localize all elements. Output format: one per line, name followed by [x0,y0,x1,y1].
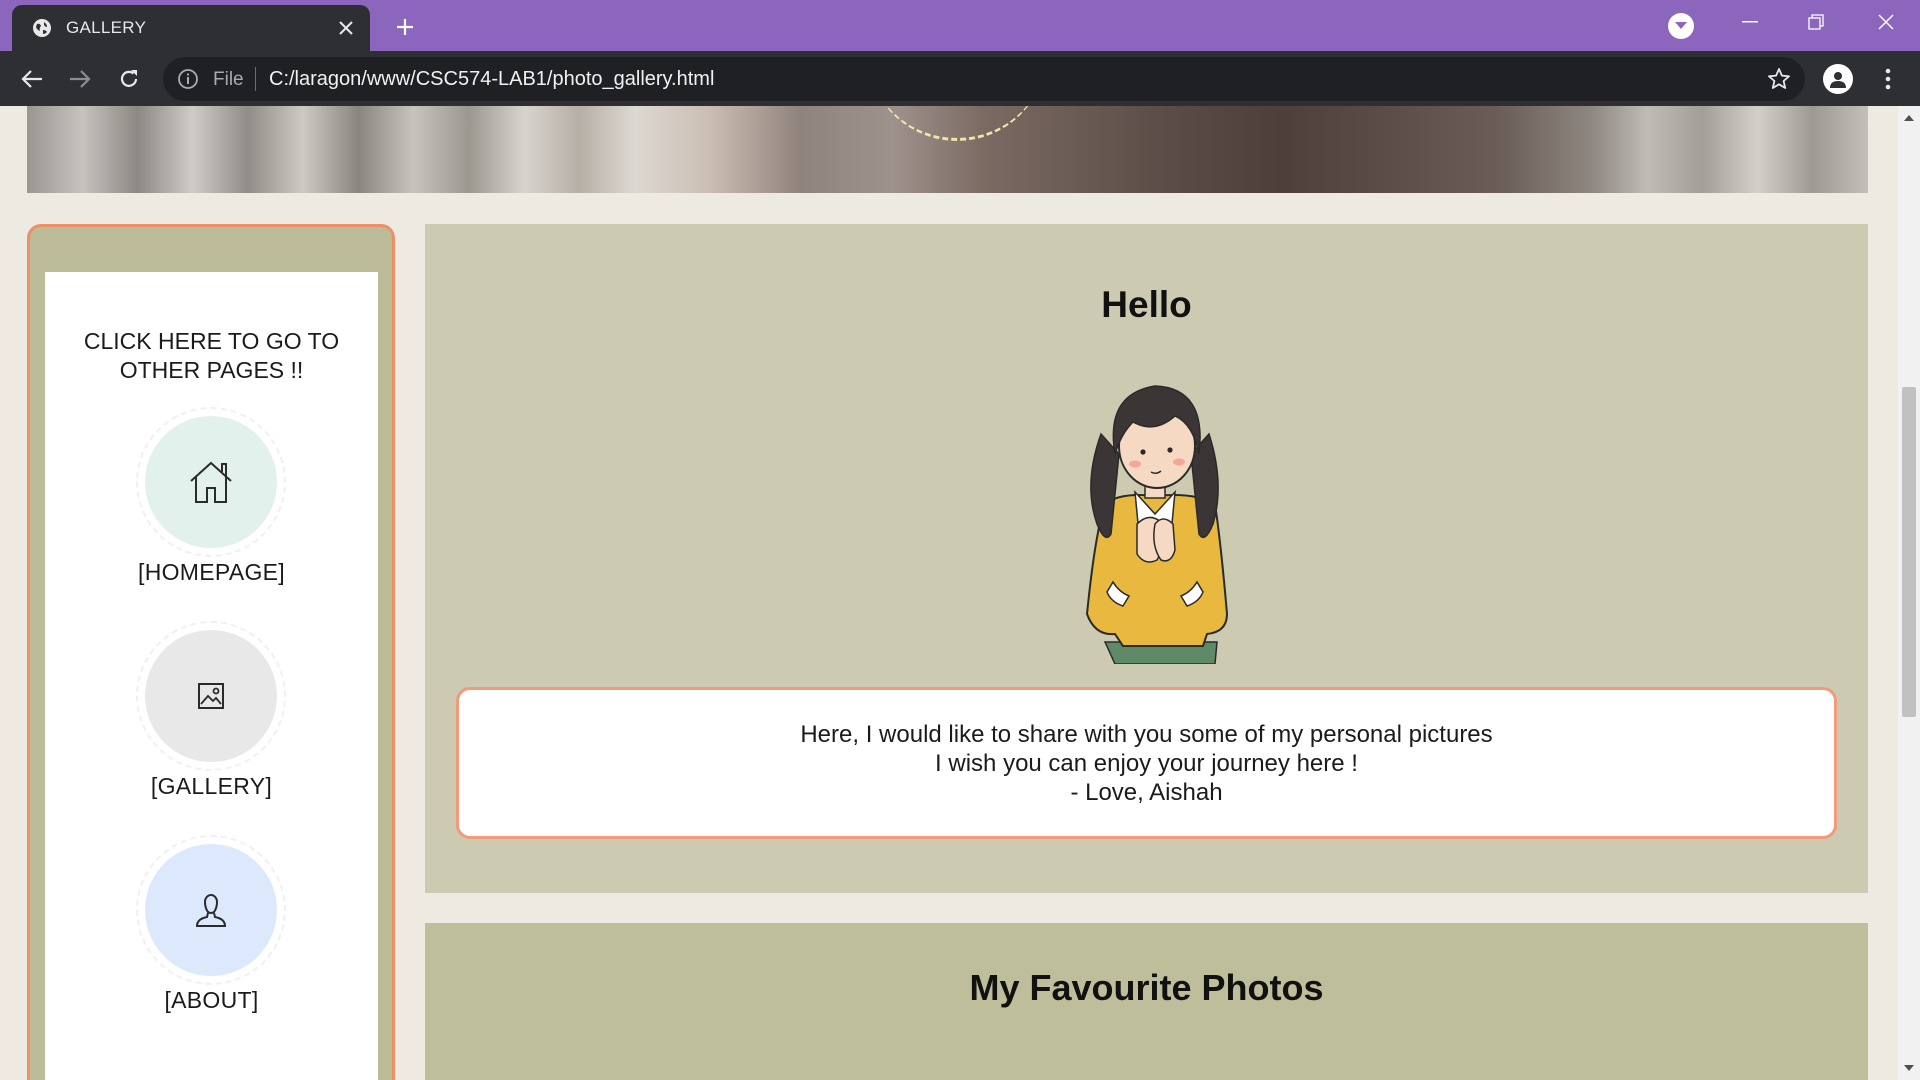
tab-title: GALLERY [66,18,147,37]
scroll-up-button[interactable] [1898,110,1920,126]
minimize-button[interactable] [1716,0,1784,44]
browser-titlebar: GALLERY [0,0,1920,51]
forward-button[interactable] [66,65,94,93]
welcome-message-box: Here, I would like to share with you som… [456,687,1837,839]
nav-label-gallery[interactable]: [GALLERY] [45,773,378,800]
back-button[interactable] [18,65,46,93]
caret-down-icon [1904,1065,1914,1071]
info-icon[interactable] [177,68,199,90]
star-icon[interactable] [1767,67,1791,91]
scheme-label: File [213,69,244,90]
reload-button[interactable] [115,65,143,93]
page-viewport: CLICK HERE TO GO TO OTHER PAGES !! [HOME… [0,106,1898,1080]
arrow-left-icon [21,70,42,88]
plus-icon [397,19,413,35]
favourite-photos-title: My Favourite Photos [969,967,1324,1008]
user-icon [195,894,227,927]
arrow-right-icon [70,70,91,88]
header-banner-image [27,106,1868,193]
profile-button[interactable] [1823,64,1853,94]
nav-item-about[interactable]: [ABOUT] [45,835,378,1035]
new-tab-button[interactable] [390,12,420,42]
message-line-2: I wish you can enjoy your journey here ! [935,749,1358,777]
restore-button[interactable] [1782,0,1850,44]
close-window-button[interactable] [1852,0,1920,44]
nav-item-homepage[interactable]: [HOMEPAGE] [45,407,378,607]
sidebar-heading: CLICK HERE TO GO TO OTHER PAGES !! [83,328,340,383]
globe-icon [33,19,51,37]
tab-close-button[interactable] [334,16,358,40]
hello-section: Hello Here, I would like to share with y… [425,224,1868,893]
nav-label-about[interactable]: [ABOUT] [45,987,378,1014]
caret-up-icon [1904,115,1914,121]
browser-menu-button[interactable] [1878,64,1898,94]
nav-circle[interactable] [145,630,277,762]
chevron-down-icon [1675,22,1687,29]
reload-icon [120,70,138,87]
nav-circle[interactable] [145,844,277,976]
close-icon [339,21,353,35]
omnibox-separator [255,67,256,91]
browser-tab[interactable]: GALLERY [12,5,370,51]
url-text[interactable]: C:/laragon/www/CSC574-LAB1/photo_gallery… [269,68,714,91]
scroll-thumb[interactable] [1902,387,1916,717]
message-line-1: Here, I would like to share with you som… [800,720,1493,748]
kebab-menu-icon [1885,68,1891,90]
scroll-down-button[interactable] [1898,1060,1920,1076]
sidebar: CLICK HERE TO GO TO OTHER PAGES !! [HOME… [27,224,395,1080]
girl-illustration [1085,385,1229,664]
user-icon [1830,72,1846,88]
minimize-icon [1742,21,1758,23]
close-icon [1878,14,1894,30]
nav-item-gallery[interactable]: [GALLERY] [45,621,378,821]
sidebar-nav-panel: CLICK HERE TO GO TO OTHER PAGES !! [HOME… [45,272,378,1080]
message-line-3: - Love, Aishah [1070,778,1223,806]
nav-label-homepage[interactable]: [HOMEPAGE] [45,559,378,586]
restore-icon [1808,14,1824,30]
nav-circle[interactable] [145,416,277,548]
tab-search-button[interactable] [1668,13,1694,39]
browser-toolbar: File C:/laragon/www/CSC574-LAB1/photo_ga… [0,51,1920,106]
hello-title: Hello [1101,284,1192,325]
address-bar[interactable]: File C:/laragon/www/CSC574-LAB1/photo_ga… [163,57,1805,101]
page-scrollbar[interactable] [1898,106,1920,1080]
image-icon [198,683,224,709]
favourite-photos-section: My Favourite Photos [425,923,1868,1080]
home-icon [190,461,232,503]
